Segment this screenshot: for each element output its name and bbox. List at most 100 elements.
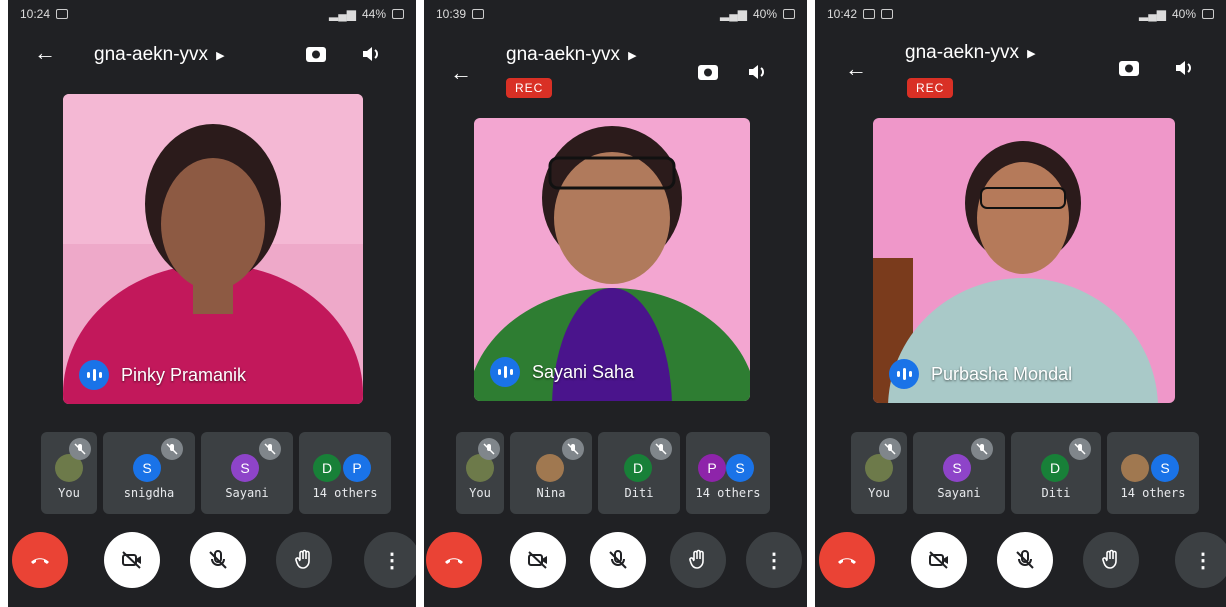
mic-off-icon [1069,438,1091,460]
phone-screen-2: 10:39 ▂▄▆ 40% ← gna-aekn-yvx ▶ REC Sayani … [424,0,807,607]
status-time: 10:39 [436,7,467,21]
speaking-indicator-icon [889,359,919,389]
speaker-name-tag: Sayani Saha [490,357,634,387]
call-controls: ⋮ [815,532,1226,588]
participant-tile[interactable]: S Sayani [201,432,293,514]
more-options-button[interactable]: ⋮ [746,532,802,588]
avatar: D [624,454,652,482]
participant-tile-others[interactable]: D P 14 others [299,432,391,514]
end-call-icon [838,558,856,564]
raise-hand-button[interactable] [1083,532,1139,588]
avatar: P [343,454,371,482]
avatar: S [726,454,754,482]
participant-label: snigdha [123,486,175,500]
participant-tile-others[interactable]: P S 14 others [686,432,770,514]
speaker-name-tag: Purbasha Mondal [889,359,1072,389]
camera-toggle-button[interactable] [104,532,160,588]
battery-icon [392,9,404,19]
meeting-code-button[interactable]: gna-aekn-yvx ▶ [905,42,1036,64]
end-call-button[interactable] [819,532,875,588]
back-arrow-icon[interactable]: ← [34,40,56,66]
participant-tile-you[interactable]: You [851,432,907,514]
participant-label: Nina [536,486,566,500]
end-call-icon [445,558,463,564]
raise-hand-icon [689,549,704,569]
status-time: 10:24 [20,7,51,21]
main-video: Purbasha Mondal [873,118,1175,403]
raise-hand-button[interactable] [276,532,332,588]
status-bar: 10:39 ▂▄▆ 40% [436,4,795,24]
more-vertical-icon: ⋮ [764,549,784,572]
mic-off-icon [879,438,901,460]
more-options-button[interactable]: ⋮ [1175,532,1226,588]
avatar: S [231,454,259,482]
mic-toggle-button[interactable] [997,532,1053,588]
mic-off-icon [1016,550,1034,569]
avatar: P [698,454,726,482]
participant-label: 14 others [1120,486,1186,500]
signal-icon: ▂▄▆ [1139,7,1166,21]
signal-icon: ▂▄▆ [720,7,747,21]
avatar: S [943,454,971,482]
avatar [536,454,564,482]
status-bar: 10:42 ▂▄▆ 40% [827,4,1214,24]
mic-off-icon [650,438,672,460]
mic-off-icon [161,438,183,460]
signal-icon: ▂▄▆ [329,7,356,21]
battery-icon [1202,9,1214,19]
phone-screen-1: 10:24 ▂▄▆ 44% ← gna-aekn-yvx ▶ Pinky Prama… [8,0,416,607]
status-bar: 10:24 ▂▄▆ 44% [20,4,404,24]
participant-label: Diti [1041,486,1071,500]
participant-tile-others[interactable]: S 14 others [1107,432,1199,514]
battery-level: 40% [752,7,777,21]
participant-tile[interactable]: D Diti [598,432,680,514]
raise-hand-button[interactable] [670,532,726,588]
volume-icon[interactable] [744,58,772,86]
back-arrow-icon[interactable]: ← [845,56,867,82]
switch-camera-icon[interactable] [302,40,330,68]
meeting-code: gna-aekn-yvx [506,44,621,65]
recording-badge: REC [506,78,553,98]
participant-tile[interactable]: Nina [510,432,592,514]
recording-badge: REC [907,78,954,98]
more-options-button[interactable]: ⋮ [364,532,416,588]
video-status-icon [472,9,485,19]
participant-tile-you[interactable]: You [456,432,504,514]
participant-strip: You Nina D Diti P S 14 others [456,432,770,514]
switch-camera-icon[interactable] [694,58,722,86]
camera-off-icon [528,551,547,569]
call-controls: ⋮ [8,532,416,588]
mic-off-icon [971,438,993,460]
participant-label: Sayani [225,486,269,500]
camera-toggle-button[interactable] [510,532,566,588]
end-call-button[interactable] [426,532,482,588]
participant-label: Diti [624,486,654,500]
switch-camera-icon[interactable] [1115,54,1143,82]
raise-hand-icon [295,549,310,569]
speaker-name-tag: Pinky Pramanik [79,360,246,390]
participant-tile[interactable]: S Sayani [913,432,1005,514]
avatar: S [133,454,161,482]
avatar: D [313,454,341,482]
participant-label: You [868,486,890,500]
participant-label: You [58,486,80,500]
meeting-code-button[interactable]: gna-aekn-yvx ▶ [506,44,637,66]
participant-tile[interactable]: D Diti [1011,432,1101,514]
end-call-button[interactable] [12,532,68,588]
mic-off-icon [609,550,627,569]
back-arrow-icon[interactable]: ← [450,60,472,86]
camera-toggle-button[interactable] [911,532,967,588]
meeting-code-button[interactable]: gna-aekn-yvx ▶ [94,44,225,66]
participant-tile[interactable]: S snigdha [103,432,195,514]
volume-icon[interactable] [1171,54,1199,82]
participant-tile-you[interactable]: You [41,432,97,514]
speaking-indicator-icon [79,360,109,390]
call-header: ← gna-aekn-yvx ▶ REC [424,40,807,98]
mic-off-icon [259,438,281,460]
call-controls: ⋮ [424,532,807,588]
avatar [1121,454,1149,482]
mic-toggle-button[interactable] [590,532,646,588]
mic-toggle-button[interactable] [190,532,246,588]
volume-icon[interactable] [358,40,386,68]
participant-strip: You S snigdha S Sayani D P 14 others [41,432,391,514]
